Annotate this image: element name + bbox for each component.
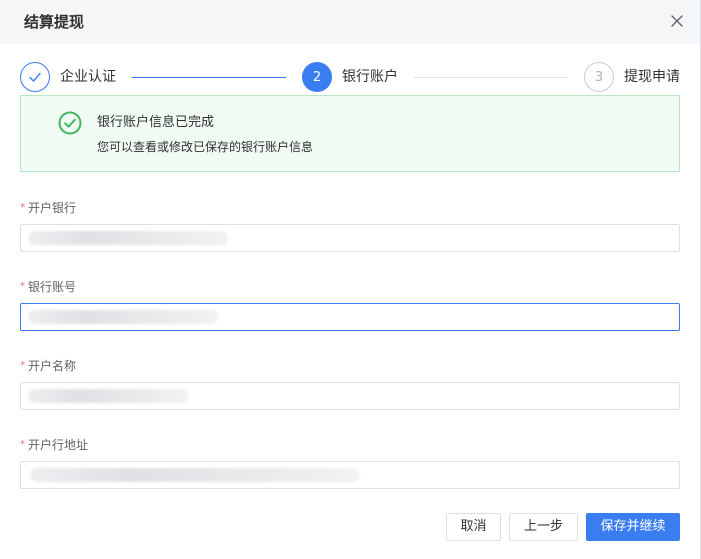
step-1-circle bbox=[20, 62, 50, 92]
step-2-connector bbox=[414, 77, 568, 78]
bank-name-label: * 开户银行 bbox=[20, 200, 76, 218]
save-continue-button[interactable]: 保存并继续 bbox=[586, 513, 680, 541]
account-holder-input[interactable] bbox=[20, 382, 680, 410]
step-2-label: 银行账户 bbox=[342, 69, 398, 85]
close-button[interactable] bbox=[668, 12, 686, 30]
bank-address-label-text: 开户行地址 bbox=[28, 438, 89, 452]
banner-title: 银行账户信息已完成 bbox=[97, 115, 215, 130]
cancel-button[interactable]: 取消 bbox=[446, 513, 501, 541]
required-mark: * bbox=[20, 202, 25, 213]
close-icon bbox=[671, 15, 683, 27]
account-number-input[interactable] bbox=[20, 303, 680, 331]
previous-step-button[interactable]: 上一步 bbox=[509, 513, 578, 541]
step-3-circle: 3 bbox=[584, 62, 614, 92]
banner-description: 您可以查看或修改已保存的银行账户信息 bbox=[97, 140, 314, 154]
required-mark: * bbox=[20, 439, 25, 450]
step-3-number: 3 bbox=[594, 69, 604, 85]
check-circle-icon bbox=[58, 111, 82, 135]
step-1-label: 企业认证 bbox=[60, 69, 116, 85]
step-1-connector bbox=[132, 77, 286, 78]
dialog-header: 结算提现 bbox=[0, 0, 700, 44]
step-2-number: 2 bbox=[312, 69, 322, 85]
check-icon bbox=[29, 72, 41, 82]
bank-address-input[interactable] bbox=[20, 461, 680, 489]
account-number-label: * 银行账号 bbox=[20, 279, 76, 297]
success-banner: 银行账户信息已完成 您可以查看或修改已保存的银行账户信息 bbox=[20, 95, 680, 172]
withdraw-dialog: 结算提现 企业认证 2 银行账户 3 提现申请 银行账户信息已完成 您可以查看或… bbox=[0, 0, 701, 559]
bank-address-label: * 开户行地址 bbox=[20, 437, 88, 455]
account-holder-label: * 开户名称 bbox=[20, 358, 76, 376]
account-holder-label-text: 开户名称 bbox=[28, 359, 77, 373]
step-2-circle: 2 bbox=[302, 62, 332, 92]
step-3-label: 提现申请 bbox=[624, 69, 680, 85]
steps-progress: 企业认证 2 银行账户 3 提现申请 bbox=[20, 62, 680, 96]
dialog-title: 结算提现 bbox=[24, 13, 85, 31]
bank-name-label-text: 开户银行 bbox=[28, 201, 77, 215]
required-mark: * bbox=[20, 360, 25, 371]
bank-name-input[interactable] bbox=[20, 224, 680, 252]
required-mark: * bbox=[20, 281, 25, 292]
account-number-label-text: 银行账号 bbox=[28, 280, 77, 294]
